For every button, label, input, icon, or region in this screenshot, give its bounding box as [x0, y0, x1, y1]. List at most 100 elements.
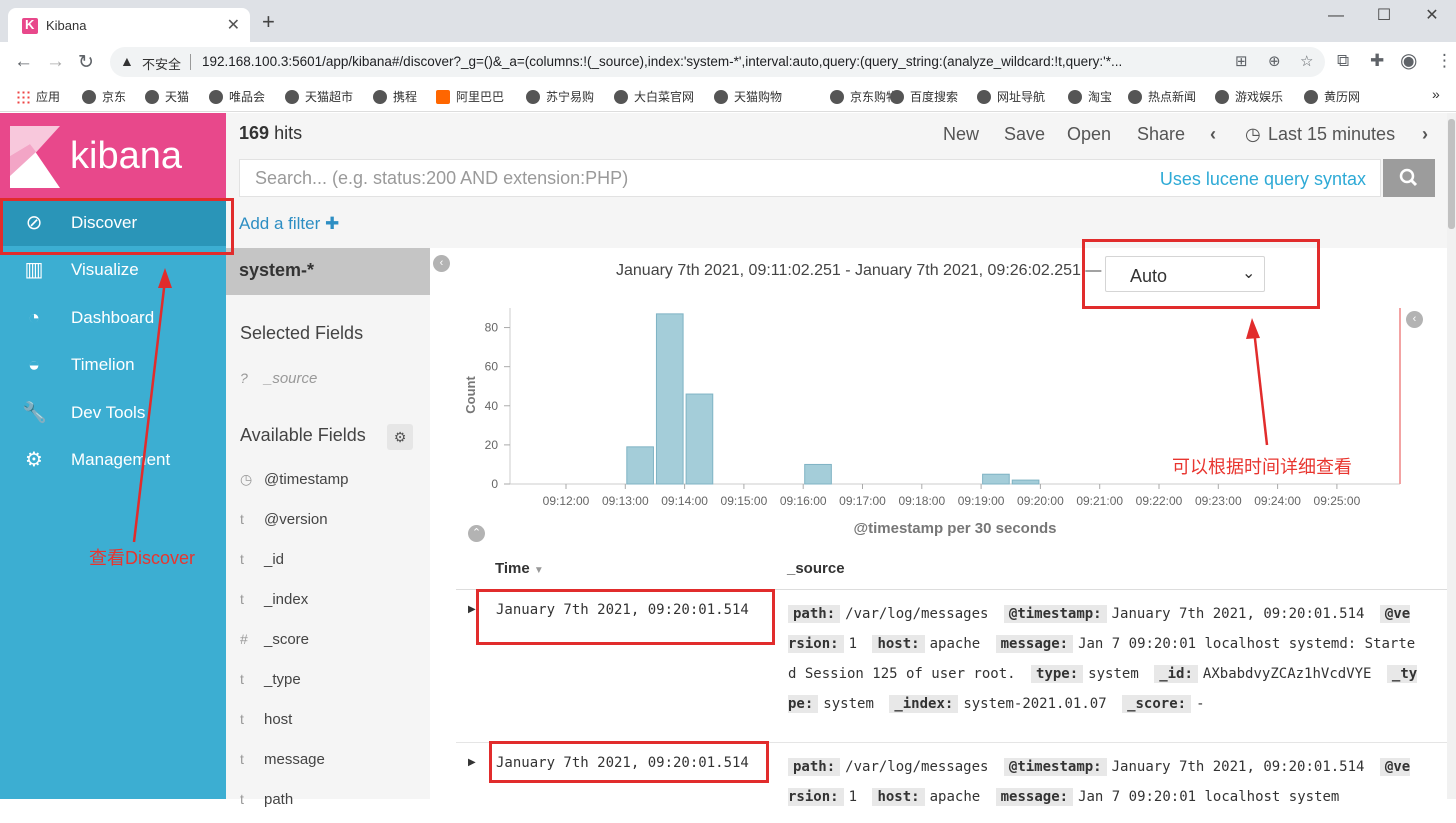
- histogram-chart: 0 20 40 60 80 09:12:00 09:13:00 09:14:00 09:15:…: [463, 308, 1401, 537]
- bookmark-item[interactable]: 天猫: [145, 88, 189, 105]
- collapse-chart-up-icon[interactable]: ⌃: [468, 525, 485, 542]
- field-item[interactable]: t _type: [240, 671, 301, 688]
- annotation-box-discover: [0, 198, 234, 255]
- field-type-icon: t: [240, 791, 244, 807]
- histogram-bar[interactable]: [1011, 479, 1040, 485]
- field-type-icon: t: [240, 671, 244, 687]
- nav-item-management[interactable]: ⚙ Management: [0, 436, 226, 483]
- field-item[interactable]: t @version: [240, 511, 328, 528]
- time-prev-icon[interactable]: ‹: [1210, 124, 1216, 145]
- time-next-icon[interactable]: ›: [1422, 124, 1428, 145]
- x-tick-label: 09:20:00: [1017, 494, 1064, 508]
- nav-item-dashboard[interactable]: ◔ Dashboard: [0, 294, 226, 341]
- field-item[interactable]: t host: [240, 711, 292, 728]
- field-name: _type: [264, 671, 301, 688]
- time-column-header[interactable]: Time ▼: [495, 560, 544, 577]
- share-button[interactable]: Share: [1137, 124, 1185, 145]
- bookmark-item[interactable]: 热点新闻: [1128, 88, 1196, 105]
- histogram-bar[interactable]: [804, 463, 832, 485]
- histogram-bar[interactable]: [655, 313, 684, 485]
- maximize-icon[interactable]: ☐: [1360, 0, 1408, 32]
- sort-down-icon: ▼: [533, 565, 544, 576]
- reload-icon[interactable]: ↻: [78, 51, 94, 74]
- bookmark-item[interactable]: 大白菜官网: [614, 88, 694, 105]
- back-arrow-icon[interactable]: ←: [14, 51, 33, 73]
- forward-arrow-icon[interactable]: →: [46, 51, 65, 73]
- url-text[interactable]: 192.168.100.3:5601/app/kibana#/discover?…: [202, 54, 1212, 69]
- field-item[interactable]: ◷ @timestamp: [240, 471, 348, 488]
- bookmark-item[interactable]: 网址导航: [977, 88, 1045, 105]
- kibana-logo[interactable]: kibana: [0, 113, 226, 199]
- new-tab-button[interactable]: +: [262, 11, 275, 33]
- scrollbar-thumb[interactable]: [1448, 119, 1455, 229]
- field-item[interactable]: t message: [240, 751, 325, 768]
- search-icon: [1399, 168, 1418, 187]
- bookmark-item[interactable]: 黄历网: [1304, 88, 1360, 105]
- url-bar[interactable]: ▲ 不安全 192.168.100.3:5601/app/kibana#/dis…: [110, 47, 1325, 77]
- search-button[interactable]: [1383, 159, 1435, 197]
- bookmark-item[interactable]: 京东: [82, 88, 126, 105]
- bookmark-item[interactable]: 天猫超市: [285, 88, 353, 105]
- bookmark-item[interactable]: 唯品会: [209, 88, 265, 105]
- field-item[interactable]: t _index: [240, 591, 308, 608]
- bookmark-star-icon[interactable]: ☆: [1300, 52, 1313, 70]
- menu-dots-icon[interactable]: ⋮: [1436, 51, 1453, 71]
- annotation-box-row-time: [489, 741, 769, 783]
- lucene-syntax-link[interactable]: Uses lucene query syntax: [1160, 169, 1366, 190]
- add-filter-link[interactable]: Add a filter ✚: [239, 214, 339, 234]
- bookmark-item[interactable]: 京东购物: [830, 88, 898, 105]
- time-picker-button[interactable]: Last 15 minutes: [1268, 124, 1395, 145]
- chart-x-axis-label: @timestamp per 30 seconds: [853, 520, 1056, 537]
- profile-avatar-icon[interactable]: ◉: [1400, 48, 1417, 73]
- translate-icon[interactable]: ⊞: [1235, 52, 1248, 70]
- browser-tab[interactable]: Kibana ✕: [8, 8, 250, 42]
- expand-row-icon[interactable]: ▶: [468, 757, 476, 768]
- expand-row-icon[interactable]: ▶: [468, 604, 476, 615]
- field-type-icon: t: [240, 711, 244, 727]
- bookmark-item[interactable]: 淘宝: [1068, 88, 1112, 105]
- bookmark-item[interactable]: 百度搜索: [890, 88, 958, 105]
- tab-close-icon[interactable]: ✕: [227, 15, 240, 35]
- field-item-source[interactable]: ? _source: [240, 370, 317, 387]
- extension-icon[interactable]: ⧉: [1337, 51, 1349, 71]
- search-input[interactable]: [240, 160, 1140, 196]
- field-item[interactable]: t path: [240, 791, 293, 808]
- bookmark-item[interactable]: 阿里巴巴: [436, 88, 504, 105]
- bookmark-item[interactable]: 游戏娱乐: [1215, 88, 1283, 105]
- x-tick-label: 09:13:00: [602, 494, 649, 508]
- bookmark-item[interactable]: 携程: [373, 88, 417, 105]
- field-item[interactable]: t _id: [240, 551, 284, 568]
- bookmark-apps[interactable]: 应用: [16, 88, 60, 105]
- kibana-sidebar-nav: ⊘ Discover ▥ Visualize ◔ Dashboard ◒ Tim…: [0, 199, 226, 799]
- new-button[interactable]: New: [943, 124, 979, 145]
- globe-icon: [285, 90, 299, 104]
- save-button[interactable]: Save: [1004, 124, 1045, 145]
- minimize-icon[interactable]: —: [1312, 0, 1360, 32]
- histogram-bar[interactable]: [982, 473, 1010, 485]
- globe-icon: [209, 90, 223, 104]
- nav-item-dev-tools[interactable]: 🔧 Dev Tools: [0, 389, 226, 436]
- histogram-bar[interactable]: [685, 393, 714, 485]
- source-key: path:: [788, 605, 841, 623]
- page-scrollbar[interactable]: [1447, 113, 1456, 799]
- index-pattern-selector[interactable]: system-*: [226, 248, 430, 295]
- bookmark-item[interactable]: 苏宁易购: [526, 88, 594, 105]
- bookmarks-overflow-icon[interactable]: »: [1432, 86, 1440, 102]
- source-key: host:: [872, 788, 925, 806]
- x-tick-label: 09:22:00: [1136, 494, 1183, 508]
- bookmark-item[interactable]: 天猫购物: [714, 88, 782, 105]
- field-settings-gear-icon[interactable]: ⚙: [387, 424, 413, 450]
- window-close-icon[interactable]: ✕: [1408, 0, 1456, 32]
- open-button[interactable]: Open: [1067, 124, 1111, 145]
- field-name: _score: [264, 631, 310, 648]
- browser-tab-bar: Kibana ✕ + —☐✕: [0, 0, 1456, 42]
- field-item[interactable]: # _score: [240, 631, 309, 648]
- collapse-sidebar-icon[interactable]: ‹: [433, 255, 450, 272]
- x-tick-label: 09:25:00: [1314, 494, 1361, 508]
- x-tick-label: 09:12:00: [543, 494, 590, 508]
- histogram-bar[interactable]: [626, 446, 654, 485]
- puzzle-icon[interactable]: ✚: [1370, 51, 1384, 71]
- nav-item-timelion[interactable]: ◒ Timelion: [0, 341, 226, 388]
- zoom-icon[interactable]: ⊕: [1268, 52, 1281, 70]
- source-key: type:: [1031, 665, 1084, 683]
